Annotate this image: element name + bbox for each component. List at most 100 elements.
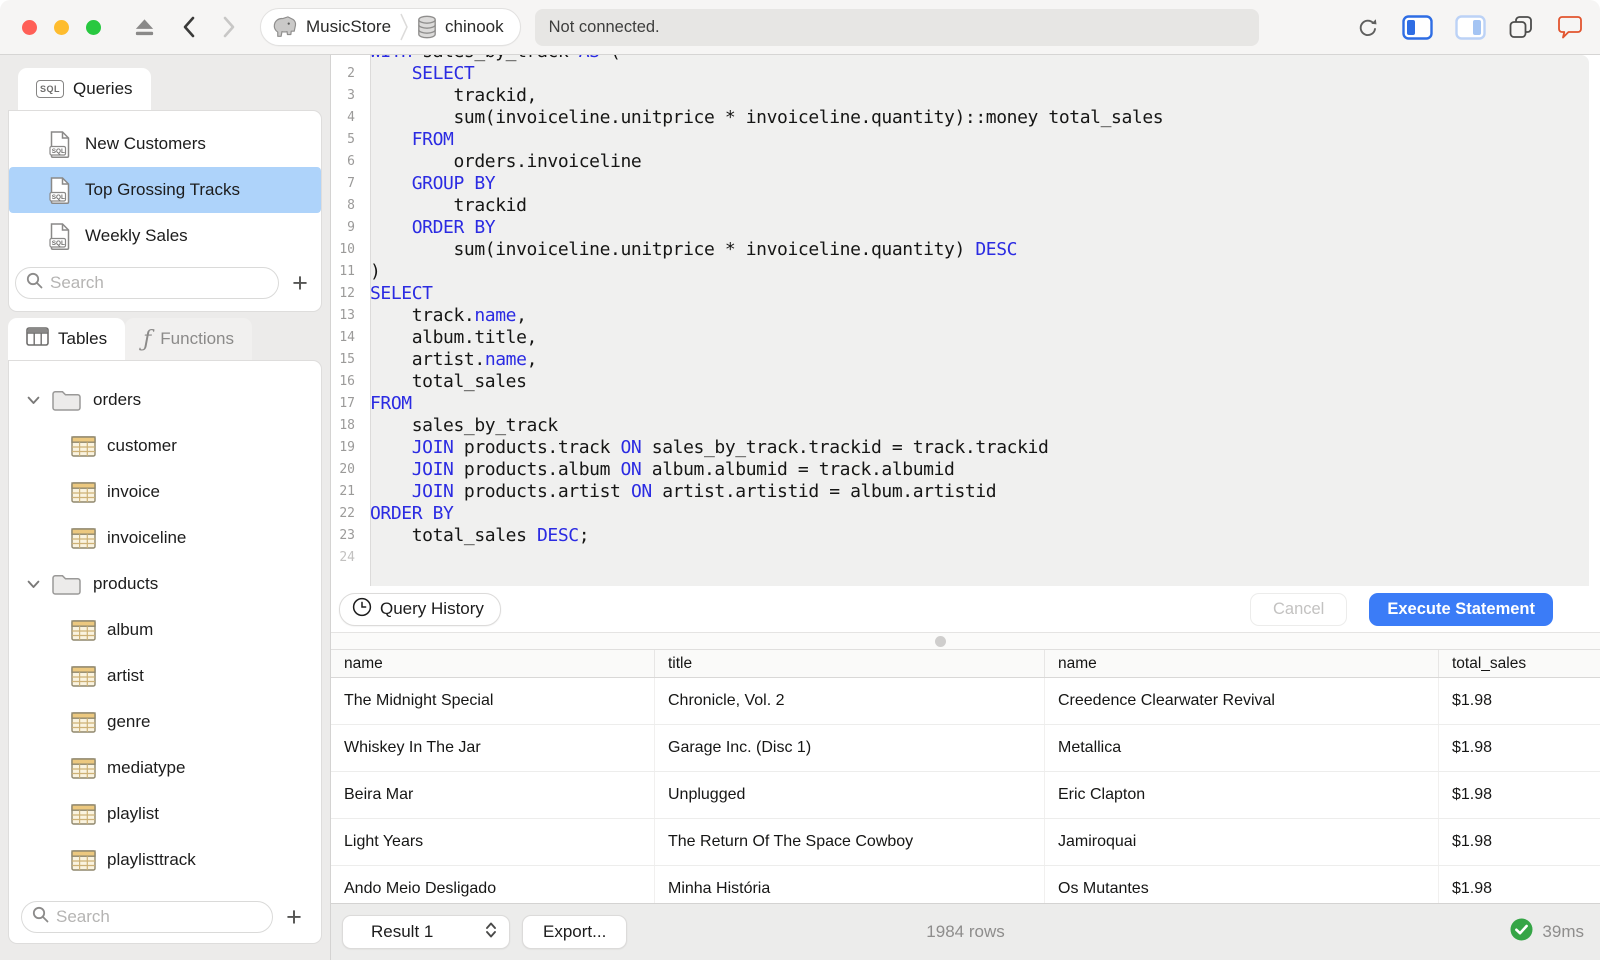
export-button[interactable]: Export... [522, 915, 628, 949]
code-line[interactable]: 4 sum(invoiceline.unitprice * invoicelin… [331, 107, 1589, 129]
table-cell[interactable]: Minha História [655, 866, 1045, 903]
tab-queries[interactable]: SQL Queries [18, 68, 151, 110]
table-row[interactable]: The Midnight Special Chronicle, Vol. 2 Cre… [331, 678, 1600, 725]
tree-table[interactable]: customer [9, 423, 321, 469]
table-row[interactable]: Ando Meio Desligado Minha História Os Muta… [331, 866, 1600, 903]
query-history-button[interactable]: Query History [339, 592, 501, 626]
query-duration: 39ms [1542, 922, 1584, 941]
code-line[interactable]: 13 track.name, [331, 305, 1589, 327]
code-line[interactable]: 7 GROUP BY [331, 173, 1589, 195]
tree-table[interactable]: album [9, 607, 321, 653]
queries-search-input[interactable] [50, 273, 268, 293]
code-line[interactable]: 22 ORDER BY [331, 503, 1589, 525]
table-cell[interactable]: Creedence Clearwater Revival [1045, 678, 1439, 724]
table-cell[interactable]: Garage Inc. (Disc 1) [655, 725, 1045, 771]
code-line[interactable]: 18 sales_by_track [331, 415, 1589, 437]
table-cell[interactable]: The Midnight Special [331, 678, 655, 724]
query-item[interactable]: SQL Weekly Sales [9, 213, 321, 259]
table-cell[interactable]: Ando Meio Desligado [331, 866, 655, 903]
code-line[interactable]: 3 trackid, [331, 85, 1589, 107]
column-header[interactable]: name [331, 650, 655, 677]
tree-table[interactable]: mediatype [9, 745, 321, 791]
toggle-right-sidebar-icon[interactable] [1455, 15, 1486, 40]
column-header[interactable]: name [1045, 650, 1439, 677]
table-cell[interactable]: $1.98 [1439, 678, 1600, 724]
code-line[interactable]: 8 trackid [331, 195, 1589, 217]
chevron-down-icon[interactable] [27, 580, 40, 589]
table-cell[interactable]: Beira Mar [331, 772, 655, 818]
code-line[interactable]: 10 sum(invoiceline.unitprice * invoiceli… [331, 239, 1589, 261]
forward-button[interactable] [222, 16, 236, 38]
tree-table[interactable]: invoice [9, 469, 321, 515]
windows-icon[interactable] [1508, 15, 1534, 40]
chevron-down-icon[interactable] [27, 396, 40, 405]
table-cell[interactable]: Jamiroquai [1045, 819, 1439, 865]
table-cell[interactable]: $1.98 [1439, 772, 1600, 818]
table-cell[interactable]: The Return Of The Space Cowboy [655, 819, 1045, 865]
result-selector[interactable]: Result 1 [342, 915, 510, 949]
eject-disconnect-icon[interactable] [133, 17, 156, 37]
breadcrumb-database[interactable]: chinook [445, 17, 504, 37]
code-line[interactable]: 20 JOIN products.album ON album.albumid … [331, 459, 1589, 481]
execute-statement-button[interactable]: Execute Statement [1369, 592, 1553, 626]
code-line[interactable]: 14 album.title, [331, 327, 1589, 349]
tables-search-input[interactable] [56, 907, 262, 927]
column-header[interactable]: title [655, 650, 1045, 677]
code-line[interactable]: 2 SELECT [331, 63, 1589, 85]
feedback-bubble-icon[interactable] [1556, 15, 1584, 40]
code-line[interactable]: 11) [331, 261, 1589, 283]
table-row[interactable]: Light Years The Return Of The Space Cowbo… [331, 819, 1600, 866]
refresh-icon[interactable] [1356, 16, 1380, 40]
toggle-left-sidebar-icon[interactable] [1402, 15, 1433, 40]
add-query-button[interactable]: + [287, 270, 313, 297]
tree-table[interactable]: playlisttrack [9, 837, 321, 883]
minimize-window-button[interactable] [54, 19, 69, 35]
code-line[interactable]: 21 JOIN products.artist ON artist.artist… [331, 481, 1589, 503]
code-line[interactable]: 1WITH sales_by_track AS ( [331, 55, 1589, 63]
zoom-window-button[interactable] [86, 19, 101, 35]
tab-functions[interactable]: ƒ Functions [125, 318, 252, 360]
table-cell[interactable]: Whiskey In The Jar [331, 725, 655, 771]
tab-tables[interactable]: Tables [8, 318, 126, 360]
cancel-button[interactable]: Cancel [1249, 592, 1348, 626]
tree-table[interactable]: invoiceline [9, 515, 321, 561]
code-line[interactable]: 6 orders.invoiceline [331, 151, 1589, 173]
code-line[interactable]: 5 FROM [331, 129, 1589, 151]
back-button[interactable] [182, 16, 196, 38]
tree-table[interactable]: playlist [9, 791, 321, 837]
table-cell[interactable]: Light Years [331, 819, 655, 865]
sql-editor[interactable]: 1WITH sales_by_track AS (2 SELECT3 track… [331, 55, 1589, 586]
breadcrumb-server[interactable]: MusicStore [306, 17, 391, 37]
code-line[interactable]: 23 total_sales DESC; [331, 525, 1589, 547]
table-cell[interactable]: $1.98 [1439, 866, 1600, 903]
table-cell[interactable]: Metallica [1045, 725, 1439, 771]
add-table-button[interactable]: + [281, 904, 307, 931]
tree-folder[interactable]: products [9, 561, 321, 607]
query-item[interactable]: SQL New Customers [9, 121, 321, 167]
table-row[interactable]: Beira Mar Unplugged Eric Clapton $1.98 [331, 772, 1600, 819]
table-row[interactable]: Whiskey In The Jar Garage Inc. (Disc 1) Me… [331, 725, 1600, 772]
table-cell[interactable]: $1.98 [1439, 725, 1600, 771]
close-window-button[interactable] [22, 19, 37, 35]
column-header[interactable]: total_sales [1439, 650, 1600, 677]
tree-folder[interactable]: orders [9, 377, 321, 423]
code-line[interactable]: 15 artist.name, [331, 349, 1589, 371]
code-line[interactable]: 24 [331, 547, 1589, 569]
splitter-handle[interactable] [934, 636, 946, 647]
tables-search[interactable] [21, 901, 273, 933]
code-line[interactable]: 12 SELECT [331, 283, 1589, 305]
query-item[interactable]: SQL Top Grossing Tracks [9, 167, 321, 213]
table-cell[interactable]: Unplugged [655, 772, 1045, 818]
code-line[interactable]: 17 FROM [331, 393, 1589, 415]
table-cell[interactable]: Eric Clapton [1045, 772, 1439, 818]
panel-splitter[interactable] [331, 632, 1600, 650]
code-line[interactable]: 19 JOIN products.track ON sales_by_track… [331, 437, 1589, 459]
queries-search[interactable] [15, 267, 279, 299]
table-cell[interactable]: Chronicle, Vol. 2 [655, 678, 1045, 724]
tree-table[interactable]: artist [9, 653, 321, 699]
code-line[interactable]: 9 ORDER BY [331, 217, 1589, 239]
tree-table[interactable]: genre [9, 699, 321, 745]
table-cell[interactable]: Os Mutantes [1045, 866, 1439, 903]
table-cell[interactable]: $1.98 [1439, 819, 1600, 865]
code-line[interactable]: 16 total_sales [331, 371, 1589, 393]
